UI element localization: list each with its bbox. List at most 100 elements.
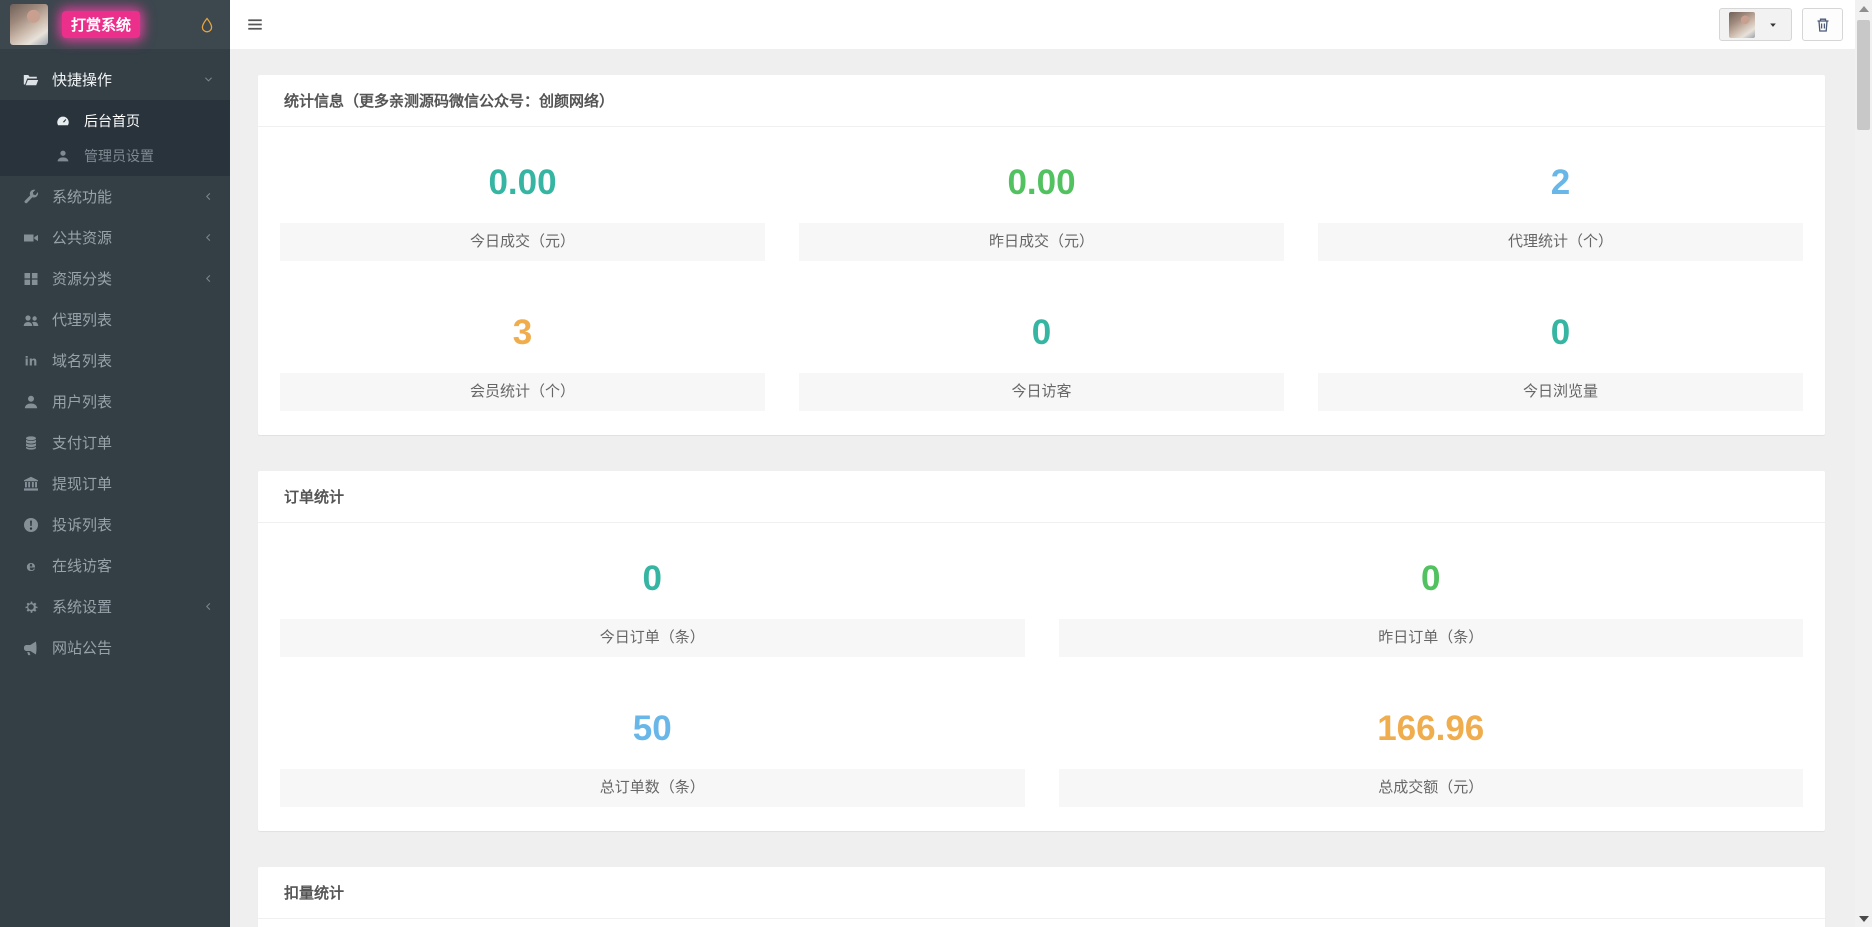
stat-box: 2代理统计（个） <box>1318 151 1803 261</box>
caret-down-icon <box>1764 16 1782 34</box>
sidebar-item-label: 系统功能 <box>52 186 112 207</box>
stat-grid: 0今日订单（条） 0昨日订单（条） 50总订单数（条） 166.96总成交额（元） <box>280 547 1803 807</box>
user-icon <box>22 393 40 411</box>
user-avatar[interactable] <box>10 4 48 45</box>
chevron-left-icon <box>203 273 214 284</box>
topbar <box>230 0 1855 49</box>
svg-text:in: in <box>25 354 38 368</box>
sidebar-subitem[interactable]: 后台首页 <box>0 103 230 138</box>
sidebar-item-label: 用户列表 <box>52 391 112 412</box>
sidebar-item[interactable]: in 域名列表 <box>0 340 230 381</box>
sidebar-item[interactable]: e 在线访客 <box>0 545 230 586</box>
scroll-up-arrow-icon[interactable] <box>1855 0 1872 17</box>
sidebar-item[interactable]: 资源分类 <box>0 258 230 299</box>
scrollbar[interactable] <box>1855 0 1872 927</box>
scrollbar-thumb[interactable] <box>1857 20 1870 130</box>
stat-value: 0 <box>799 301 1284 373</box>
sidebar-menu: 快捷操作后台首页管理员设置系统功能公共资源资源分类代理列表 in 域名列表用户列表支… <box>0 49 230 668</box>
stat-label: 昨日成交（元） <box>799 223 1284 261</box>
sidebar-subitem-label: 管理员设置 <box>84 146 154 166</box>
stat-box: 166.96总成交额（元） <box>1059 697 1804 807</box>
sidebar-item-label: 提现订单 <box>52 473 112 494</box>
sidebar-item[interactable]: 公共资源 <box>0 217 230 258</box>
stat-label: 总订单数（条） <box>280 769 1025 807</box>
sidebar-item[interactable]: 支付订单 <box>0 422 230 463</box>
chevron-left-icon <box>203 601 214 612</box>
stat-label: 代理统计（个） <box>1318 223 1803 261</box>
sidebar-item[interactable]: 代理列表 <box>0 299 230 340</box>
sidebar-item[interactable]: 投诉列表 <box>0 504 230 545</box>
stats-info-card: 统计信息（更多亲测源码微信公众号：创颜网络） 0.00今日成交（元）0.00昨日… <box>258 75 1825 435</box>
stat-box: 50总订单数（条） <box>280 697 1025 807</box>
hamburger-icon[interactable] <box>246 16 264 34</box>
chevron-down-icon <box>203 74 214 85</box>
stat-label: 总成交额（元） <box>1059 769 1804 807</box>
users-icon <box>22 311 40 329</box>
sidebar-item[interactable]: 系统功能 <box>0 176 230 217</box>
user-icon <box>54 147 72 165</box>
sidebar-item-label: 域名列表 <box>52 350 112 371</box>
topbar-actions <box>1719 8 1843 41</box>
card-title: 统计信息（更多亲测源码微信公众号：创颜网络） <box>258 75 1825 127</box>
drop-icon <box>198 16 216 34</box>
brand-badge: 打赏系统 <box>62 11 140 38</box>
wrench-icon <box>22 188 40 206</box>
trash-button[interactable] <box>1802 8 1843 41</box>
linkedin-icon: in <box>22 352 40 370</box>
stat-box: 0今日浏览量 <box>1318 301 1803 411</box>
folder-open-icon <box>22 71 40 89</box>
sidebar-item-label: 在线访客 <box>52 555 112 576</box>
stat-box: 3会员统计（个） <box>280 301 765 411</box>
sidebar-item-label: 代理列表 <box>52 309 112 330</box>
sidebar-item-label: 系统设置 <box>52 596 112 617</box>
sidebar-item[interactable]: 用户列表 <box>0 381 230 422</box>
dashboard-icon <box>54 112 72 130</box>
bullhorn-icon <box>22 639 40 657</box>
stat-value: 0.00 <box>280 151 765 223</box>
order-stats-card: 订单统计 0今日订单（条） 0昨日订单（条） 50总订单数（条） 166.96总成交额… <box>258 471 1825 831</box>
user-menu-button[interactable] <box>1719 8 1792 41</box>
sidebar-subitem[interactable]: 管理员设置 <box>0 138 230 173</box>
database-icon <box>22 434 40 452</box>
sidebar-item-label: 资源分类 <box>52 268 112 289</box>
main-content: 统计信息（更多亲测源码微信公众号：创颜网络） 0.00今日成交（元）0.00昨日… <box>230 49 1855 927</box>
sidebar-item-label: 投诉列表 <box>52 514 112 535</box>
stat-value: 3 <box>280 301 765 373</box>
exclamation-circle-icon <box>22 516 40 534</box>
card-title: 订单统计 <box>258 471 1825 523</box>
sidebar-item[interactable]: 提现订单 <box>0 463 230 504</box>
trash-icon <box>1814 16 1832 34</box>
browser-e-icon: e <box>22 557 40 575</box>
stat-label: 昨日订单（条） <box>1059 619 1804 657</box>
scroll-down-arrow-icon[interactable] <box>1855 910 1872 927</box>
stat-box: 0.00今日成交（元） <box>280 151 765 261</box>
card-title: 扣量统计 <box>258 867 1825 919</box>
sidebar-header: 打赏系统 <box>0 0 230 49</box>
video-icon <box>22 229 40 247</box>
sidebar-item-label: 公共资源 <box>52 227 112 248</box>
sidebar-item-label: 快捷操作 <box>52 69 112 90</box>
stat-box: 0昨日订单（条） <box>1059 547 1804 657</box>
sidebar-subitem-label: 后台首页 <box>84 111 140 131</box>
sidebar-submenu: 后台首页管理员设置 <box>0 100 230 176</box>
svg-text:e: e <box>26 558 36 574</box>
chevron-left-icon <box>203 191 214 202</box>
sidebar-item[interactable]: 快捷操作 <box>0 59 230 100</box>
stat-value: 0.00 <box>799 151 1284 223</box>
sidebar: 打赏系统 快捷操作后台首页管理员设置系统功能公共资源资源分类代理列表 in 域名列表… <box>0 0 230 927</box>
stat-value: 0 <box>1318 301 1803 373</box>
stat-value: 50 <box>280 697 1025 769</box>
sidebar-item[interactable]: 网站公告 <box>0 627 230 668</box>
gear-icon <box>22 598 40 616</box>
deduction-stats-card: 扣量统计 <box>258 867 1825 927</box>
sidebar-item[interactable]: 系统设置 <box>0 586 230 627</box>
stat-box: 0.00昨日成交（元） <box>799 151 1284 261</box>
stat-grid: 0.00今日成交（元）0.00昨日成交（元）2代理统计（个）3会员统计（个）0今… <box>280 151 1803 411</box>
user-avatar <box>1729 12 1755 38</box>
stat-label: 会员统计（个） <box>280 373 765 411</box>
stat-label: 今日浏览量 <box>1318 373 1803 411</box>
stat-label: 今日成交（元） <box>280 223 765 261</box>
chevron-left-icon <box>203 232 214 243</box>
stat-value: 166.96 <box>1059 697 1804 769</box>
stat-box: 0今日订单（条） <box>280 547 1025 657</box>
